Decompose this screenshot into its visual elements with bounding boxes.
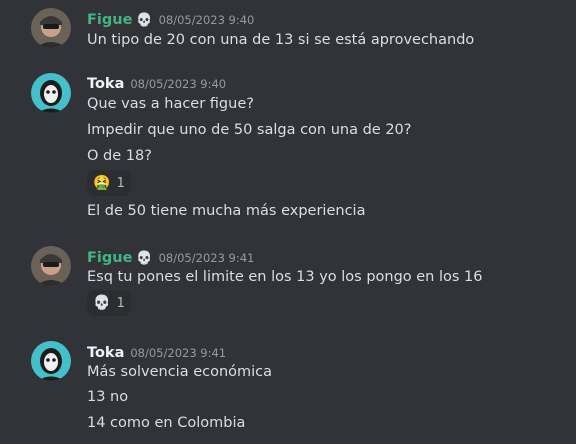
reaction-button[interactable]: 💀 1 — [87, 290, 131, 316]
message-text: Impedir que uno de 50 salga con una de 2… — [87, 122, 412, 138]
avatar-figue[interactable] — [31, 246, 71, 286]
username[interactable]: Toka — [87, 76, 124, 92]
message-text: Esq tu pones el limite en los 13 yo los … — [87, 269, 483, 285]
message-text: 14 como en Colombia — [87, 415, 246, 431]
message-group-toka-1: Toka 08/05/2023 9:40 Que vas a hacer figu… — [0, 64, 576, 234]
avatar-figue[interactable] — [31, 8, 71, 48]
nauseated-face-icon: 🤮 — [93, 175, 111, 191]
reaction-count: 1 — [116, 295, 125, 311]
avatar-image — [31, 8, 71, 48]
reaction-count: 1 — [116, 175, 125, 191]
timestamp[interactable]: 08/05/2023 9:40 — [159, 13, 255, 27]
message-text: O de 18? — [87, 148, 152, 164]
message-header: Figue 💀 08/05/2023 9:40 — [87, 9, 254, 28]
message-header: Figue 💀 08/05/2023 9:41 — [87, 247, 254, 266]
avatar-image — [31, 73, 71, 113]
message-text: 13 no — [87, 389, 129, 405]
timestamp[interactable]: 08/05/2023 9:41 — [130, 346, 226, 360]
username[interactable]: Figue — [87, 250, 132, 266]
message-group-figue-2: Figue 💀 08/05/2023 9:41 Esq tu pones el li… — [0, 238, 576, 330]
skull-icon: 💀 — [136, 251, 153, 266]
message-text: Más solvencia económica — [87, 364, 273, 380]
timestamp[interactable]: 08/05/2023 9:41 — [159, 251, 255, 265]
message-group-toka-2: Toka 08/05/2023 9:41 Más solvencia económ… — [0, 333, 576, 444]
username[interactable]: Figue — [87, 12, 132, 28]
skull-icon: 💀 — [93, 295, 111, 311]
message-text: El de 50 tiene mucha más experiencia — [87, 203, 366, 219]
timestamp[interactable]: 08/05/2023 9:40 — [130, 77, 226, 91]
username[interactable]: Toka — [87, 345, 124, 361]
reaction-button[interactable]: 🤮 1 — [87, 170, 131, 196]
message-text: Un tipo de 20 con una de 13 si se está a… — [87, 32, 475, 48]
message-header: Toka 08/05/2023 9:40 — [87, 73, 226, 92]
skull-icon: 💀 — [136, 13, 153, 28]
avatar-toka[interactable] — [31, 73, 71, 113]
avatar-toka[interactable] — [31, 341, 71, 381]
avatar-image — [31, 246, 71, 286]
message-text: Que vas a hacer figue? — [87, 96, 254, 112]
message-group-figue-1: Figue 💀 08/05/2023 9:40 Un tipo de 20 con … — [0, 0, 576, 64]
message-header: Toka 08/05/2023 9:41 — [87, 342, 226, 361]
avatar-image — [31, 341, 71, 381]
